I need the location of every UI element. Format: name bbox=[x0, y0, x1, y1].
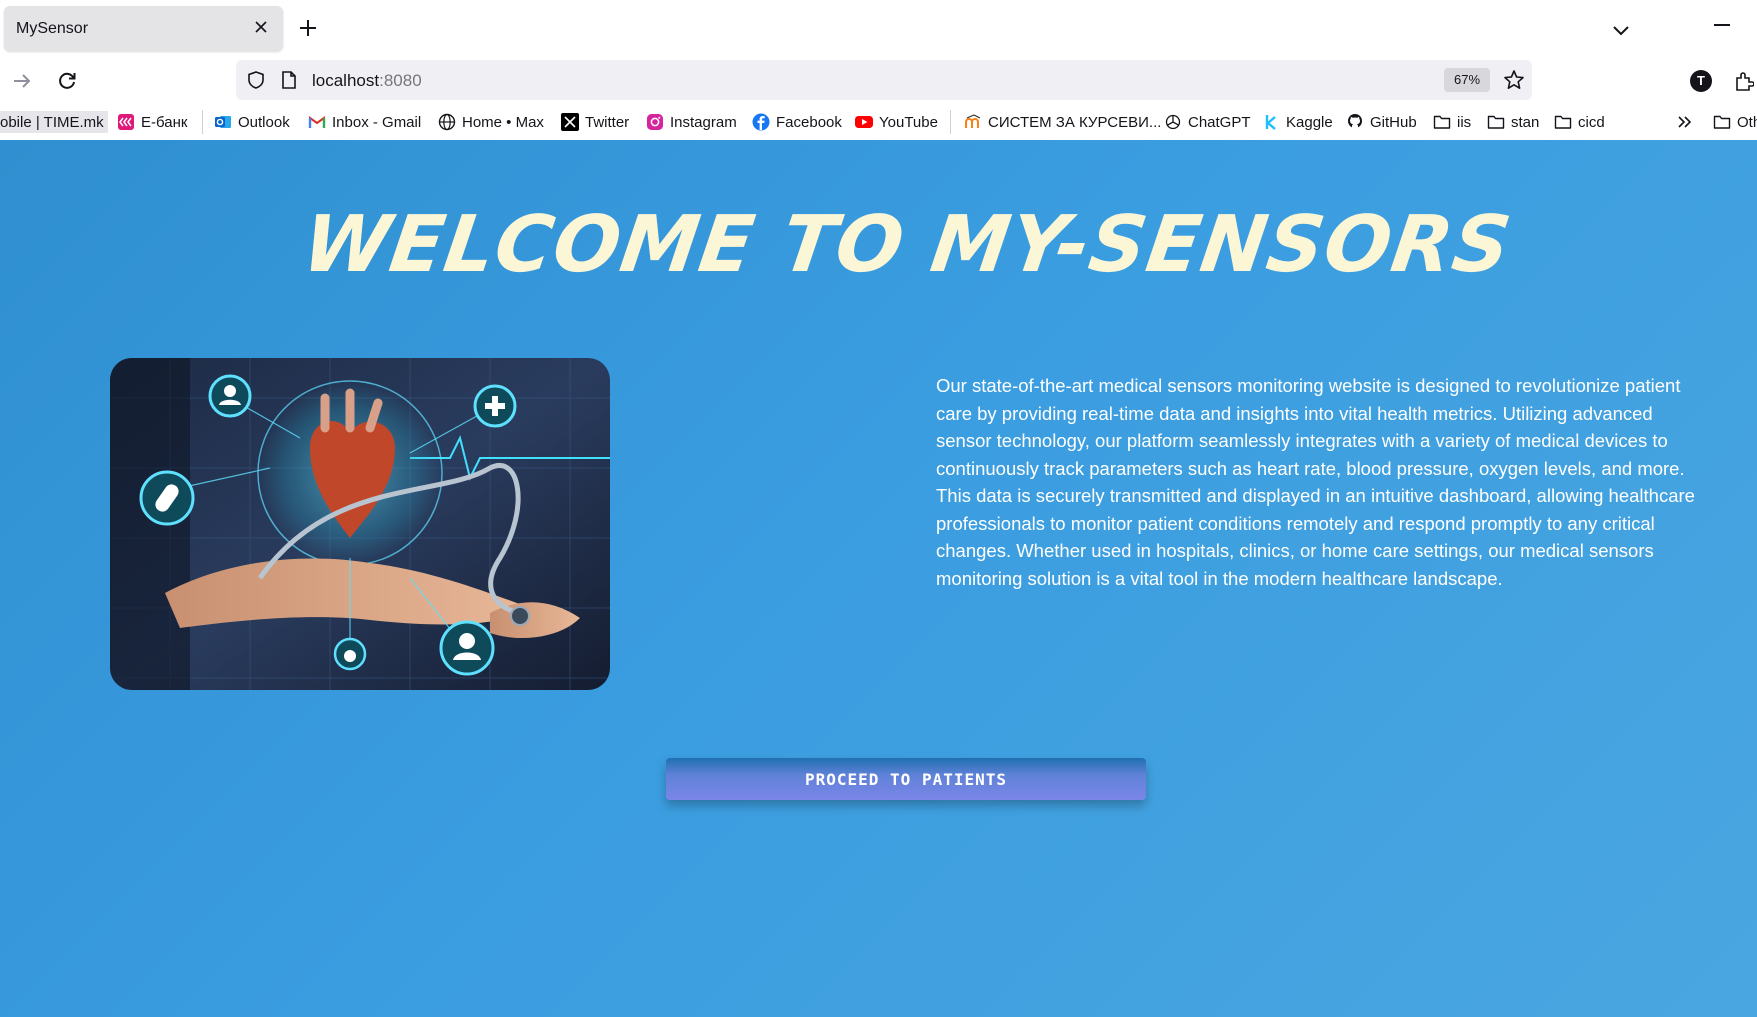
bookmark-label: СИСТЕМ ЗА КУРСЕВИ... bbox=[988, 113, 1162, 131]
extensions-icon[interactable] bbox=[1734, 70, 1754, 92]
folder-icon bbox=[1554, 113, 1572, 131]
facebook-icon bbox=[752, 113, 770, 131]
url-host: localhost bbox=[312, 71, 380, 90]
bookmark-folder-stan[interactable]: stan bbox=[1487, 112, 1539, 132]
bookmark-gmail[interactable]: Inbox - Gmail bbox=[308, 112, 421, 132]
github-icon bbox=[1346, 113, 1364, 131]
apple-icon bbox=[333, 637, 367, 671]
bookmark-instagram[interactable]: Instagram bbox=[646, 112, 737, 132]
outlook-icon bbox=[214, 113, 232, 131]
bookmark-facebook[interactable]: Facebook bbox=[752, 112, 842, 132]
url-bar[interactable]: localhost:8080 67% bbox=[236, 60, 1532, 100]
folder-icon bbox=[1713, 113, 1731, 131]
user-icon bbox=[208, 374, 252, 418]
shield-icon[interactable] bbox=[246, 70, 266, 90]
bookmark-label: Instagram bbox=[670, 113, 737, 131]
kaggle-icon bbox=[1262, 113, 1280, 131]
profile-avatar[interactable]: T bbox=[1690, 70, 1712, 92]
url-port: :8080 bbox=[379, 71, 422, 90]
bookmark-github[interactable]: GitHub bbox=[1346, 112, 1417, 132]
moodle-icon bbox=[964, 113, 982, 131]
bookmark-kaggle[interactable]: Kaggle bbox=[1262, 112, 1333, 132]
bookmark-youtube[interactable]: YouTube bbox=[855, 112, 938, 132]
bookmark-label: Oth bbox=[1737, 113, 1757, 131]
bookmark-folder-other[interactable]: Oth bbox=[1713, 112, 1757, 132]
instagram-icon bbox=[646, 113, 664, 131]
bookmark-outlook[interactable]: Outlook bbox=[214, 112, 290, 132]
bookmark-label: Е-банк bbox=[141, 113, 188, 131]
tab-bar: MySensor bbox=[0, 0, 1757, 58]
bookmark-label: Twitter bbox=[585, 113, 630, 131]
folder-icon bbox=[1487, 113, 1505, 131]
bookmark-label: GitHub bbox=[1370, 113, 1417, 131]
heart-hologram-image bbox=[110, 358, 610, 690]
tab-title: MySensor bbox=[16, 20, 89, 37]
folder-icon bbox=[1433, 113, 1451, 131]
tab-mysensor[interactable]: MySensor bbox=[4, 6, 283, 51]
medical-sensor-illustration bbox=[110, 358, 610, 690]
zoom-indicator[interactable]: 67% bbox=[1444, 68, 1490, 92]
bookmark-time-mk[interactable]: obile | TIME.mk bbox=[0, 111, 108, 133]
youtube-icon bbox=[855, 113, 873, 131]
bookmark-separator bbox=[950, 110, 951, 134]
plus-icon[interactable] bbox=[296, 16, 320, 40]
bookmark-folder-iis[interactable]: iis bbox=[1433, 112, 1471, 132]
bookmark-label: Outlook bbox=[238, 113, 290, 131]
intro-description: Our state-of-the-art medical sensors mon… bbox=[936, 375, 1695, 589]
chatgpt-icon bbox=[1164, 113, 1182, 131]
proceed-to-patients-button[interactable]: PROCEED TO PATIENTS bbox=[666, 758, 1146, 800]
page-title: WELCOME TO MY-SENSORS bbox=[297, 200, 1517, 290]
bookmark-label: iis bbox=[1457, 113, 1472, 131]
bookmark-home-max[interactable]: Home • Max bbox=[438, 112, 544, 132]
ebank-icon bbox=[117, 113, 135, 131]
bookmark-separator bbox=[202, 110, 203, 134]
gmail-icon bbox=[308, 113, 326, 131]
navigation-bar: localhost:8080 67% T bbox=[0, 58, 1757, 104]
arrow-right-icon bbox=[14, 74, 31, 88]
bookmark-courses[interactable]: СИСТЕМ ЗА КУРСЕВИ... bbox=[964, 112, 1161, 132]
minimize-icon[interactable] bbox=[1714, 24, 1730, 26]
x-icon bbox=[561, 113, 579, 131]
page-icon[interactable] bbox=[280, 70, 298, 90]
bookmark-label: cicd bbox=[1578, 113, 1605, 131]
bookmark-ebank[interactable]: Е-банк bbox=[117, 112, 187, 132]
bookmark-label: ChatGPT bbox=[1188, 113, 1251, 131]
bookmark-label: Home • Max bbox=[462, 113, 544, 131]
bookmarks-overflow-button[interactable] bbox=[1676, 112, 1700, 132]
bookmark-label: Facebook bbox=[776, 113, 842, 131]
star-icon[interactable] bbox=[1503, 69, 1525, 91]
close-icon[interactable] bbox=[251, 17, 271, 37]
url-text[interactable]: localhost:8080 bbox=[312, 71, 422, 91]
bookmarks-bar: obile | TIME.mk Е-банк Outlook Inbox - G… bbox=[0, 104, 1757, 140]
chevron-down-icon[interactable] bbox=[1609, 18, 1633, 42]
plus-icon bbox=[473, 384, 517, 428]
pill-icon bbox=[139, 470, 195, 526]
forward-button[interactable] bbox=[8, 67, 36, 95]
bookmark-label: Inbox - Gmail bbox=[332, 113, 422, 131]
user-icon bbox=[439, 620, 495, 676]
bookmark-label: Kaggle bbox=[1286, 113, 1333, 131]
reload-icon bbox=[59, 72, 76, 89]
bookmark-folder-cicd[interactable]: cicd bbox=[1554, 112, 1605, 132]
bookmark-label: stan bbox=[1511, 113, 1540, 131]
bookmark-label: YouTube bbox=[879, 113, 938, 131]
bookmark-twitter[interactable]: Twitter bbox=[561, 112, 629, 132]
page-content: WELCOME TO MY-SENSORS Our state-of-the-a… bbox=[0, 140, 1757, 1017]
globe-icon bbox=[438, 113, 456, 131]
bookmark-chatgpt[interactable]: ChatGPT bbox=[1164, 112, 1251, 132]
chevron-double-right-icon bbox=[1676, 113, 1694, 131]
bookmark-label: obile | TIME.mk bbox=[0, 113, 104, 131]
reload-button[interactable] bbox=[53, 67, 81, 95]
